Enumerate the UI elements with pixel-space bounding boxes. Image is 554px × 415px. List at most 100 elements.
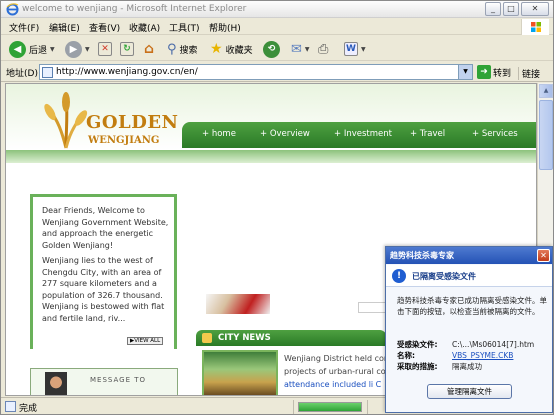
infected-file-label: 受感染文件: bbox=[397, 340, 438, 349]
history-icon: ⟲ bbox=[263, 40, 280, 58]
view-all-link[interactable]: ▶VIEW ALL bbox=[127, 337, 164, 345]
search-button[interactable]: ⚲ 搜索 bbox=[167, 40, 198, 58]
popup-header: ! 已隔离受感染文件 bbox=[386, 265, 552, 287]
stop-icon: ✕ bbox=[98, 42, 112, 56]
header-strip bbox=[6, 150, 536, 163]
favorites-label: 收藏夹 bbox=[225, 45, 253, 56]
back-label: 后退 bbox=[29, 45, 48, 56]
menu-favorites[interactable]: 收藏(A) bbox=[129, 21, 160, 34]
site-nav: + home + Overview + Investment + Travel … bbox=[182, 122, 536, 148]
popup-message: 趋势科技杀毒专家已成功隔离受感染文件。单击下面的按钮，以检查当前被隔离的文件。 bbox=[397, 296, 547, 316]
news-line: Wenjiang District held con bbox=[284, 354, 389, 363]
links-button[interactable]: 链接 bbox=[518, 67, 540, 80]
forward-button[interactable]: ▶ ▼ bbox=[65, 40, 90, 58]
windows-flag-icon bbox=[521, 19, 549, 35]
city-news-title: CITY NEWS bbox=[218, 333, 271, 343]
nav-services[interactable]: + Services bbox=[472, 129, 518, 139]
intro-paragraph: Wenjiang lies to the west of Chengdu Cit… bbox=[42, 256, 165, 323]
infected-file-value: C:\...\Ms06014[7].htm bbox=[452, 340, 535, 349]
back-button[interactable]: ◀ 后退 ▼ bbox=[9, 40, 55, 58]
nav-home[interactable]: + home bbox=[202, 129, 236, 139]
address-input[interactable]: http://www.wenjiang.gov.cn/en/ ▼ bbox=[39, 64, 473, 80]
popup-title-text: 趋势科技杀毒专家 bbox=[390, 251, 454, 260]
progress-fill bbox=[299, 403, 361, 411]
home-icon: ⌂ bbox=[143, 41, 155, 57]
history-button[interactable]: ⟲ bbox=[263, 40, 280, 58]
avatar bbox=[45, 372, 67, 395]
nav-investment[interactable]: + Investment bbox=[334, 129, 392, 139]
load-progress bbox=[298, 402, 362, 412]
action-value: 隔离成功 bbox=[452, 362, 482, 371]
popup-close-button[interactable]: ✕ bbox=[537, 249, 550, 262]
minimize-button[interactable]: _ bbox=[485, 2, 501, 16]
news-line: projects of urban-rural co bbox=[284, 367, 386, 376]
star-icon: ★ bbox=[210, 41, 223, 57]
virus-name-label: 名称: bbox=[397, 351, 415, 360]
address-url: http://www.wenjiang.gov.cn/en/ bbox=[56, 67, 198, 77]
site-logo-title: GOLDEN bbox=[86, 112, 179, 133]
popup-title: 趋势科技杀毒专家 ✕ bbox=[386, 247, 552, 264]
virus-name-row: 名称: VBS_PSYME.CKB bbox=[397, 350, 513, 361]
edit-button[interactable]: W ▼ bbox=[344, 40, 366, 58]
browser-window: welcome to wenjiang - Microsoft Internet… bbox=[0, 0, 554, 415]
news-link[interactable]: attendance included li C bbox=[284, 378, 394, 391]
nav-travel[interactable]: + Travel bbox=[410, 129, 445, 139]
menu-bar: 文件(F) 编辑(E) 查看(V) 收藏(A) 工具(T) 帮助(H) bbox=[1, 19, 553, 35]
wheat-logo-icon bbox=[44, 92, 88, 149]
city-news-header: CITY NEWS bbox=[196, 330, 386, 346]
virus-name-link[interactable]: VBS_PSYME.CKB bbox=[452, 351, 513, 360]
infected-file-row: 受感染文件: C:\...\Ms06014[7].htm bbox=[397, 339, 534, 350]
home-button[interactable]: ⌂ bbox=[142, 40, 156, 58]
title-bar: welcome to wenjiang - Microsoft Internet… bbox=[1, 1, 553, 18]
favorites-button[interactable]: ★ 收藏夹 bbox=[210, 40, 253, 58]
status-divider bbox=[367, 400, 368, 414]
address-bar: 地址(D) http://www.wenjiang.gov.cn/en/ ▼ ➜… bbox=[1, 62, 553, 82]
refresh-button[interactable]: ↻ bbox=[120, 40, 134, 58]
address-dropdown[interactable]: ▼ bbox=[458, 65, 472, 79]
page-icon bbox=[42, 67, 53, 78]
message-box[interactable]: MESSAGE TO bbox=[30, 368, 178, 395]
action-row: 采取的措施: 隔离成功 bbox=[397, 361, 482, 372]
close-button[interactable]: ✕ bbox=[521, 2, 549, 16]
refresh-icon: ↻ bbox=[120, 42, 134, 56]
forward-arrow-icon: ▶ bbox=[65, 40, 82, 58]
menu-help[interactable]: 帮助(H) bbox=[209, 21, 241, 34]
site-logo-subtitle: WENGJIANG bbox=[88, 135, 160, 146]
nav-overview[interactable]: + Overview bbox=[260, 129, 310, 139]
menu-file[interactable]: 文件(F) bbox=[9, 21, 39, 34]
news-icon bbox=[202, 333, 212, 343]
menu-view[interactable]: 查看(V) bbox=[89, 21, 120, 34]
print-button[interactable]: ⎙ bbox=[318, 40, 328, 58]
popup-heading: 已隔离受感染文件 bbox=[412, 272, 476, 281]
maximize-button[interactable]: □ bbox=[503, 2, 519, 16]
go-button[interactable]: ➜ 转到 bbox=[477, 65, 511, 79]
word-edit-icon: W bbox=[344, 42, 358, 56]
welcome-paragraph: Dear Friends, Welcome to Wenjiang Govern… bbox=[42, 206, 169, 250]
stop-button[interactable]: ✕ bbox=[98, 40, 112, 58]
banner-photo bbox=[206, 294, 270, 314]
chevron-down-icon: ▼ bbox=[85, 45, 90, 53]
chevron-down-icon: ▼ bbox=[361, 45, 366, 53]
manage-quarantine-button[interactable]: 管理隔离文件 bbox=[427, 384, 512, 399]
status-text: 完成 bbox=[19, 404, 38, 414]
back-arrow-icon: ◀ bbox=[9, 40, 26, 58]
toolbar: ◀ 后退 ▼ ▶ ▼ ✕ ↻ ⌂ ⚲ 搜索 ★ 收藏夹 ⟲ ✉ ▼ ⎙ W ▼ bbox=[1, 36, 553, 61]
scroll-thumb[interactable] bbox=[539, 100, 553, 170]
go-arrow-icon: ➜ bbox=[477, 65, 491, 79]
window-title: welcome to wenjiang - Microsoft Internet… bbox=[22, 4, 247, 14]
search-label: 搜索 bbox=[179, 45, 198, 56]
page-status-icon bbox=[5, 401, 16, 412]
alert-icon: ! bbox=[392, 269, 406, 283]
menu-edit[interactable]: 编辑(E) bbox=[49, 21, 80, 34]
news-photo[interactable] bbox=[202, 350, 278, 395]
welcome-text: Dear Friends, Welcome to Wenjiang Govern… bbox=[42, 205, 170, 328]
address-label: 地址(D) bbox=[6, 69, 38, 79]
go-label: 转到 bbox=[493, 68, 512, 79]
menu-tools[interactable]: 工具(T) bbox=[169, 21, 200, 34]
ie-logo-icon bbox=[6, 3, 19, 16]
mail-icon: ✉ bbox=[291, 41, 302, 57]
chevron-down-icon: ▼ bbox=[304, 45, 310, 53]
status-divider bbox=[293, 400, 294, 414]
mail-button[interactable]: ✉ ▼ bbox=[291, 40, 310, 58]
scroll-up-arrow[interactable]: ▲ bbox=[539, 84, 553, 98]
